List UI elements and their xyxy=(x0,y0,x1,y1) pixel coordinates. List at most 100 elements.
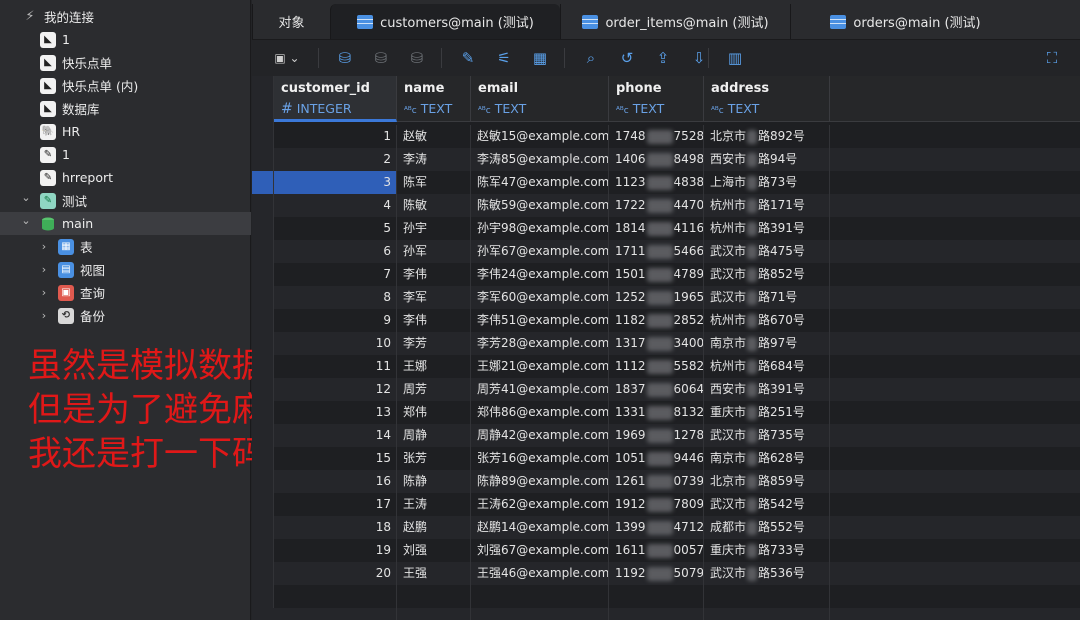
cell-address[interactable]: 重庆市 路251号 xyxy=(704,401,830,424)
search-icon[interactable]: ⌕ xyxy=(581,48,601,68)
cell-id[interactable]: 1 xyxy=(274,125,397,148)
cell-phone[interactable]: 1814 4116 xyxy=(609,217,704,240)
tab-table[interactable]: customers@main (测试) xyxy=(330,4,560,39)
cell-phone[interactable]: 1182 2852 xyxy=(609,309,704,332)
cell-phone[interactable]: 1748 7528 xyxy=(609,125,704,148)
sidebar-item[interactable]: › ▦ 表 xyxy=(0,235,251,258)
row-handle[interactable] xyxy=(252,493,274,516)
cell-address[interactable]: 武汉市 路536号 xyxy=(704,562,830,585)
table-row[interactable]: 6 孙军 孙军67@example.com 1711 5466 武汉市 路475号 xyxy=(252,240,1080,263)
sidebar-item[interactable]: ◣ 1 xyxy=(0,28,251,51)
cell-phone[interactable]: 1252 1965 xyxy=(609,286,704,309)
column-header-name[interactable]: name ᴬᴮc TEXT xyxy=(397,76,471,122)
column-header-email[interactable]: email ᴬᴮc TEXT xyxy=(471,76,609,122)
cell-id[interactable]: 13 xyxy=(274,401,397,424)
sidebar-item[interactable]: ⌄ ✎ 测试 xyxy=(0,189,251,212)
cell-address[interactable]: 武汉市 路475号 xyxy=(704,240,830,263)
chevron-right-icon[interactable]: › xyxy=(38,286,50,299)
cell-id[interactable]: 4 xyxy=(274,194,397,217)
cell-email[interactable]: 张芳16@example.com xyxy=(471,447,609,470)
cell-email[interactable]: 王涛62@example.com xyxy=(471,493,609,516)
cell-email[interactable]: 孙宇98@example.com xyxy=(471,217,609,240)
cell-address[interactable]: 武汉市 路71号 xyxy=(704,286,830,309)
row-handle[interactable] xyxy=(252,332,274,355)
cell-email[interactable]: 郑伟86@example.com xyxy=(471,401,609,424)
row-handle[interactable] xyxy=(252,355,274,378)
sidebar-item[interactable]: ◣ 数据库 xyxy=(0,97,251,120)
cell-id[interactable]: 19 xyxy=(274,539,397,562)
tab-table[interactable]: order_items@main (测试) xyxy=(560,4,790,39)
cell-name[interactable]: 陈军 xyxy=(397,171,471,194)
cell-phone[interactable]: 1722 4470 xyxy=(609,194,704,217)
row-handle[interactable] xyxy=(252,309,274,332)
cell-phone[interactable]: 1406 8498 xyxy=(609,148,704,171)
cell-email[interactable]: 王强46@example.com xyxy=(471,562,609,585)
cell-address[interactable]: 上海市 路73号 xyxy=(704,171,830,194)
row-handle[interactable] xyxy=(252,217,274,240)
save-icon[interactable]: ▣ ⌄ xyxy=(270,48,304,68)
sidebar-item[interactable]: › ⟲ 备份 xyxy=(0,304,251,327)
cell-email[interactable]: 李军60@example.com xyxy=(471,286,609,309)
table-row[interactable]: 16 陈静 陈静89@example.com 1261 0739 北京市 路859号 xyxy=(252,470,1080,493)
cell-id[interactable]: 12 xyxy=(274,378,397,401)
chevron-down-icon[interactable]: ⌄ xyxy=(20,191,32,204)
cell-address[interactable]: 武汉市 路735号 xyxy=(704,424,830,447)
cell-phone[interactable]: 1051 9446 xyxy=(609,447,704,470)
table-row[interactable]: 1 赵敏 赵敏15@example.com 1748 7528 北京市 路892号 xyxy=(252,125,1080,148)
row-handle[interactable] xyxy=(252,447,274,470)
cell-phone[interactable]: 1399 4712 xyxy=(609,516,704,539)
cell-email[interactable]: 赵敏15@example.com xyxy=(471,125,609,148)
cell-id[interactable]: 3 xyxy=(274,171,397,194)
cell-name[interactable]: 赵敏 xyxy=(397,125,471,148)
table-row[interactable]: 20 王强 王强46@example.com 1192 5079 武汉市 路536号 xyxy=(252,562,1080,585)
cell-email[interactable]: 李伟51@example.com xyxy=(471,309,609,332)
table-row[interactable]: 15 张芳 张芳16@example.com 1051 9446 南京市 路628号 xyxy=(252,447,1080,470)
cell-email[interactable]: 王娜21@example.com xyxy=(471,355,609,378)
cell-address[interactable]: 杭州市 路171号 xyxy=(704,194,830,217)
import-icon[interactable]: ⇩ xyxy=(689,48,709,68)
cell-address[interactable]: 北京市 路859号 xyxy=(704,470,830,493)
table-row[interactable]: 8 李军 李军60@example.com 1252 1965 武汉市 路71号 xyxy=(252,286,1080,309)
cell-id[interactable]: 9 xyxy=(274,309,397,332)
cell-phone[interactable]: 1969 1278 xyxy=(609,424,704,447)
cell-id[interactable]: 15 xyxy=(274,447,397,470)
cell-email[interactable]: 刘强67@example.com xyxy=(471,539,609,562)
cell-phone[interactable]: 1112 5582 xyxy=(609,355,704,378)
cell-phone[interactable]: 1123 4838 xyxy=(609,171,704,194)
row-handle[interactable] xyxy=(252,539,274,562)
cell-address[interactable]: 南京市 路97号 xyxy=(704,332,830,355)
undo-icon[interactable]: ↺ xyxy=(617,48,637,68)
row-handle[interactable] xyxy=(252,171,274,194)
row-handle[interactable] xyxy=(252,194,274,217)
cell-name[interactable]: 王娜 xyxy=(397,355,471,378)
cell-phone[interactable]: 1912 7809 xyxy=(609,493,704,516)
edit-icon[interactable]: ✎ xyxy=(458,48,478,68)
cell-id[interactable]: 6 xyxy=(274,240,397,263)
cell-id[interactable]: 17 xyxy=(274,493,397,516)
cell-id[interactable]: 7 xyxy=(274,263,397,286)
cell-id[interactable]: 8 xyxy=(274,286,397,309)
cell-address[interactable]: 武汉市 路852号 xyxy=(704,263,830,286)
cell-name[interactable]: 赵鹏 xyxy=(397,516,471,539)
cell-phone[interactable]: 1261 0739 xyxy=(609,470,704,493)
cell-phone[interactable]: 1192 5079 xyxy=(609,562,704,585)
filter-icon[interactable]: ⚟ xyxy=(494,48,514,68)
table-check-icon[interactable]: ▦ xyxy=(530,48,550,68)
cell-name[interactable]: 周静 xyxy=(397,424,471,447)
row-handle[interactable] xyxy=(252,263,274,286)
cell-name[interactable]: 陈静 xyxy=(397,470,471,493)
cell-name[interactable]: 李芳 xyxy=(397,332,471,355)
row-handle[interactable] xyxy=(252,401,274,424)
cell-name[interactable]: 王强 xyxy=(397,562,471,585)
cell-address[interactable]: 南京市 路628号 xyxy=(704,447,830,470)
cell-phone[interactable]: 1611 0057 xyxy=(609,539,704,562)
cell-name[interactable]: 李伟 xyxy=(397,309,471,332)
sidebar-item[interactable]: ◣ 快乐点单 (内) xyxy=(0,74,251,97)
table-row[interactable]: 4 陈敏 陈敏59@example.com 1722 4470 杭州市 路171号 xyxy=(252,194,1080,217)
cell-phone[interactable]: 1501 4789 xyxy=(609,263,704,286)
cell-name[interactable]: 李军 xyxy=(397,286,471,309)
cell-phone[interactable]: 1331 8132 xyxy=(609,401,704,424)
cell-email[interactable]: 陈敏59@example.com xyxy=(471,194,609,217)
sidebar-item[interactable]: ⌄ main xyxy=(0,212,251,235)
cell-phone[interactable]: 1317 3400 xyxy=(609,332,704,355)
